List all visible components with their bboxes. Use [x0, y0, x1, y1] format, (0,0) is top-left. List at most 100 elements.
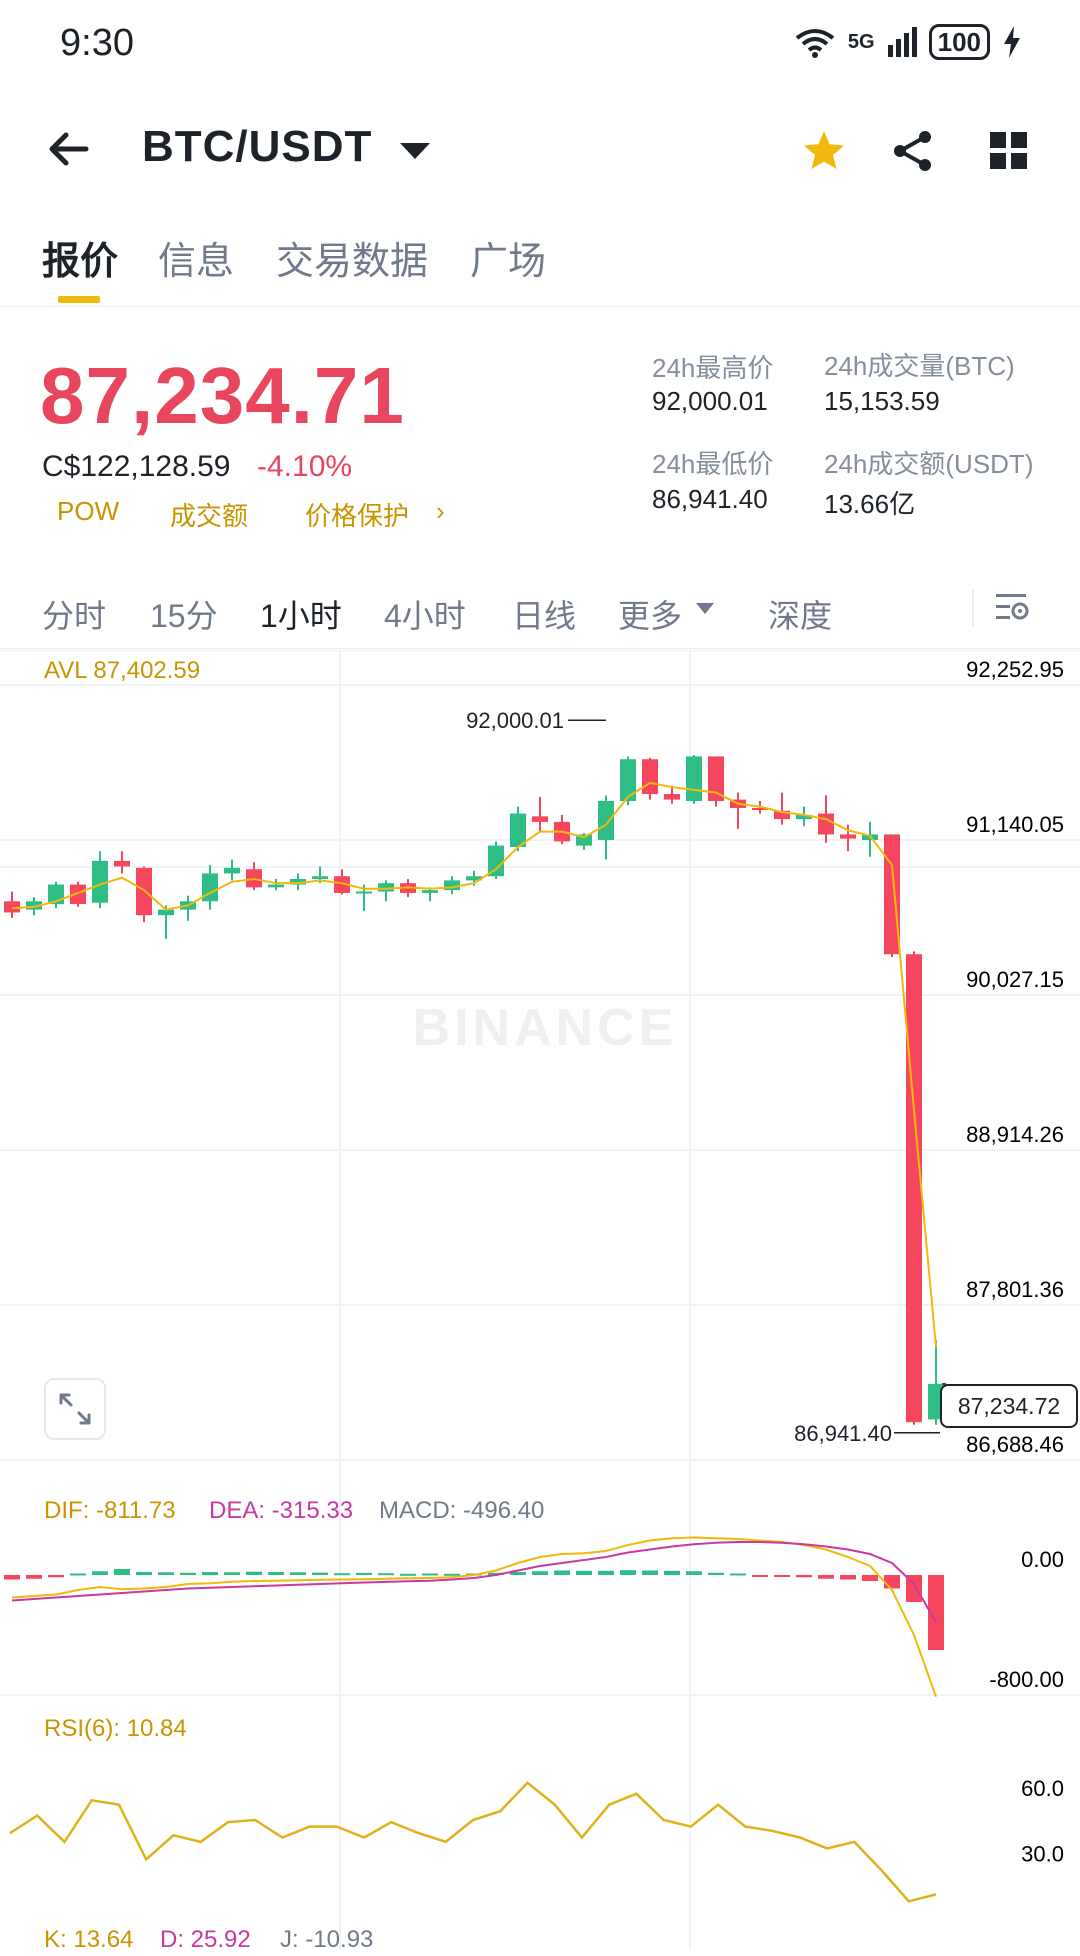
candle-down	[642, 759, 658, 795]
share-icon[interactable]	[890, 128, 936, 174]
macd-axis: 0.00 -800.00	[989, 1547, 1064, 1692]
macd-bar-up	[334, 1573, 350, 1576]
macd-bar-down	[48, 1575, 64, 1578]
candle-up	[356, 891, 372, 894]
candle-down	[4, 901, 20, 913]
chart-settings-icon[interactable]	[996, 592, 1030, 622]
tab-square[interactable]: 广场	[470, 230, 546, 285]
interval-1d[interactable]: 日线	[512, 591, 576, 637]
macd-bar-up	[708, 1572, 724, 1575]
macd-value-label: MACD: -496.40	[379, 1497, 544, 1524]
active-tab-indicator	[58, 296, 100, 303]
price-axis: 92,252.95 91,140.05 90,027.15 88,914.26 87,8…	[966, 657, 1064, 1457]
fiat-price: C$122,128.59	[42, 450, 231, 483]
macd-bar-up	[356, 1572, 372, 1575]
interval-depth[interactable]: 深度	[768, 591, 832, 637]
macd-bar-down	[818, 1575, 834, 1579]
macd-bar-down	[752, 1575, 768, 1577]
status-time: 9:30	[60, 22, 134, 64]
grid-icon[interactable]	[986, 128, 1032, 174]
interval-15m[interactable]: 15分	[150, 591, 218, 637]
macd-dif-label: DIF: -811.73	[44, 1497, 176, 1524]
tag-pow[interactable]: POW	[57, 496, 119, 527]
interval-separator	[972, 590, 974, 626]
more-caret-icon[interactable]	[696, 603, 714, 614]
avl-label: AVL 87,402.59	[44, 657, 200, 684]
macd-dea-label: DEA: -315.33	[209, 1497, 353, 1524]
macd-bar-down	[4, 1575, 20, 1580]
rsi-axis: 60.0 30.0	[1021, 1776, 1064, 1867]
macd-bar-up	[290, 1572, 306, 1575]
star-icon[interactable]	[801, 128, 847, 174]
candle-down	[664, 794, 680, 800]
macd-bar-up	[180, 1572, 196, 1575]
macd-dea-line	[11, 1541, 937, 1623]
price-tick-label: 91,140.05	[966, 812, 1064, 837]
pair-title[interactable]: BTC/USDT	[142, 122, 372, 172]
interval-1h[interactable]: 1小时	[260, 591, 342, 637]
tag-price-protection[interactable]: 价格保护	[305, 496, 409, 533]
high-value: 92,000.01	[652, 386, 768, 416]
current-price-label: 87,234.72	[940, 1384, 1078, 1428]
tab-divider	[0, 306, 1080, 307]
macd-bar-up	[686, 1571, 702, 1575]
macd-bar-up	[202, 1572, 218, 1575]
chevron-right-icon[interactable]: ›	[436, 496, 445, 527]
expand-chart-button[interactable]	[44, 1378, 106, 1440]
price-tick-label: 86,688.46	[966, 1432, 1064, 1457]
low-value: 86,941.40	[652, 484, 768, 514]
expand-icon	[59, 1393, 91, 1425]
kdj-k-label: K: 13.64	[44, 1926, 134, 1953]
macd-bar-up	[598, 1570, 614, 1575]
macd-bar-up	[444, 1573, 460, 1576]
high-marker-label: 92,000.01	[466, 708, 564, 733]
candle-up	[312, 876, 328, 880]
macd-bar-up	[664, 1570, 680, 1575]
macd-bar-up	[576, 1570, 592, 1575]
candle-up	[686, 756, 702, 802]
macd-bar-up	[224, 1572, 240, 1575]
vol-usdt-label: 24h成交额(USDT)	[824, 449, 1034, 479]
macd-bar-up	[532, 1571, 548, 1575]
macd-bar-up	[158, 1572, 174, 1575]
high-label: 24h最高价	[652, 353, 774, 383]
candle-down	[818, 813, 834, 835]
macd-tick-label: 0.00	[1021, 1547, 1064, 1572]
candles	[4, 755, 944, 1425]
price-tick-label: 90,027.15	[966, 967, 1064, 992]
interval-more[interactable]: 更多	[618, 591, 682, 637]
candlestick-chart[interactable]: BINANCE AVL 87,402.59 92,252.95 91,140.05…	[0, 650, 1080, 1956]
price-tick-label: 92,252.95	[966, 657, 1064, 682]
candle-down	[708, 756, 724, 802]
macd-bar-up	[312, 1572, 328, 1575]
tab-info[interactable]: 信息	[158, 230, 234, 285]
interval-4h[interactable]: 4小时	[384, 591, 466, 637]
rsi-tick-label: 30.0	[1021, 1841, 1064, 1866]
macd-bar-up	[136, 1572, 152, 1575]
candle-down	[906, 954, 922, 1423]
macd-bar-up	[554, 1570, 570, 1575]
macd-bar-up	[114, 1569, 130, 1575]
tag-volume[interactable]: 成交额	[170, 496, 248, 533]
candle-up	[224, 867, 240, 874]
price-change: -4.10%	[257, 450, 353, 483]
macd-bar-up	[400, 1573, 416, 1576]
tab-quote[interactable]: 报价	[42, 230, 118, 285]
vol-btc-label: 24h成交量(BTC)	[824, 351, 1015, 381]
tab-trading-data[interactable]: 交易数据	[276, 230, 428, 285]
kdj-j-label: J: -10.93	[280, 1926, 374, 1953]
interval-time[interactable]: 分时	[42, 591, 106, 637]
macd-bar-down	[862, 1575, 878, 1581]
macd-bar-up	[268, 1572, 284, 1575]
rsi-line	[9, 1781, 937, 1903]
charging-bolt-icon	[1004, 26, 1020, 58]
macd-bar-up	[246, 1571, 262, 1575]
status-icons: 5G 100	[794, 24, 1022, 60]
macd-bar-up	[378, 1573, 394, 1576]
macd-bar-up	[70, 1573, 86, 1576]
last-price: 87,234.71	[40, 351, 405, 440]
dropdown-caret-icon[interactable]	[400, 143, 430, 159]
binance-watermark: BINANCE	[413, 999, 678, 1057]
back-arrow-icon[interactable]	[44, 125, 92, 173]
candle-up	[268, 884, 284, 888]
